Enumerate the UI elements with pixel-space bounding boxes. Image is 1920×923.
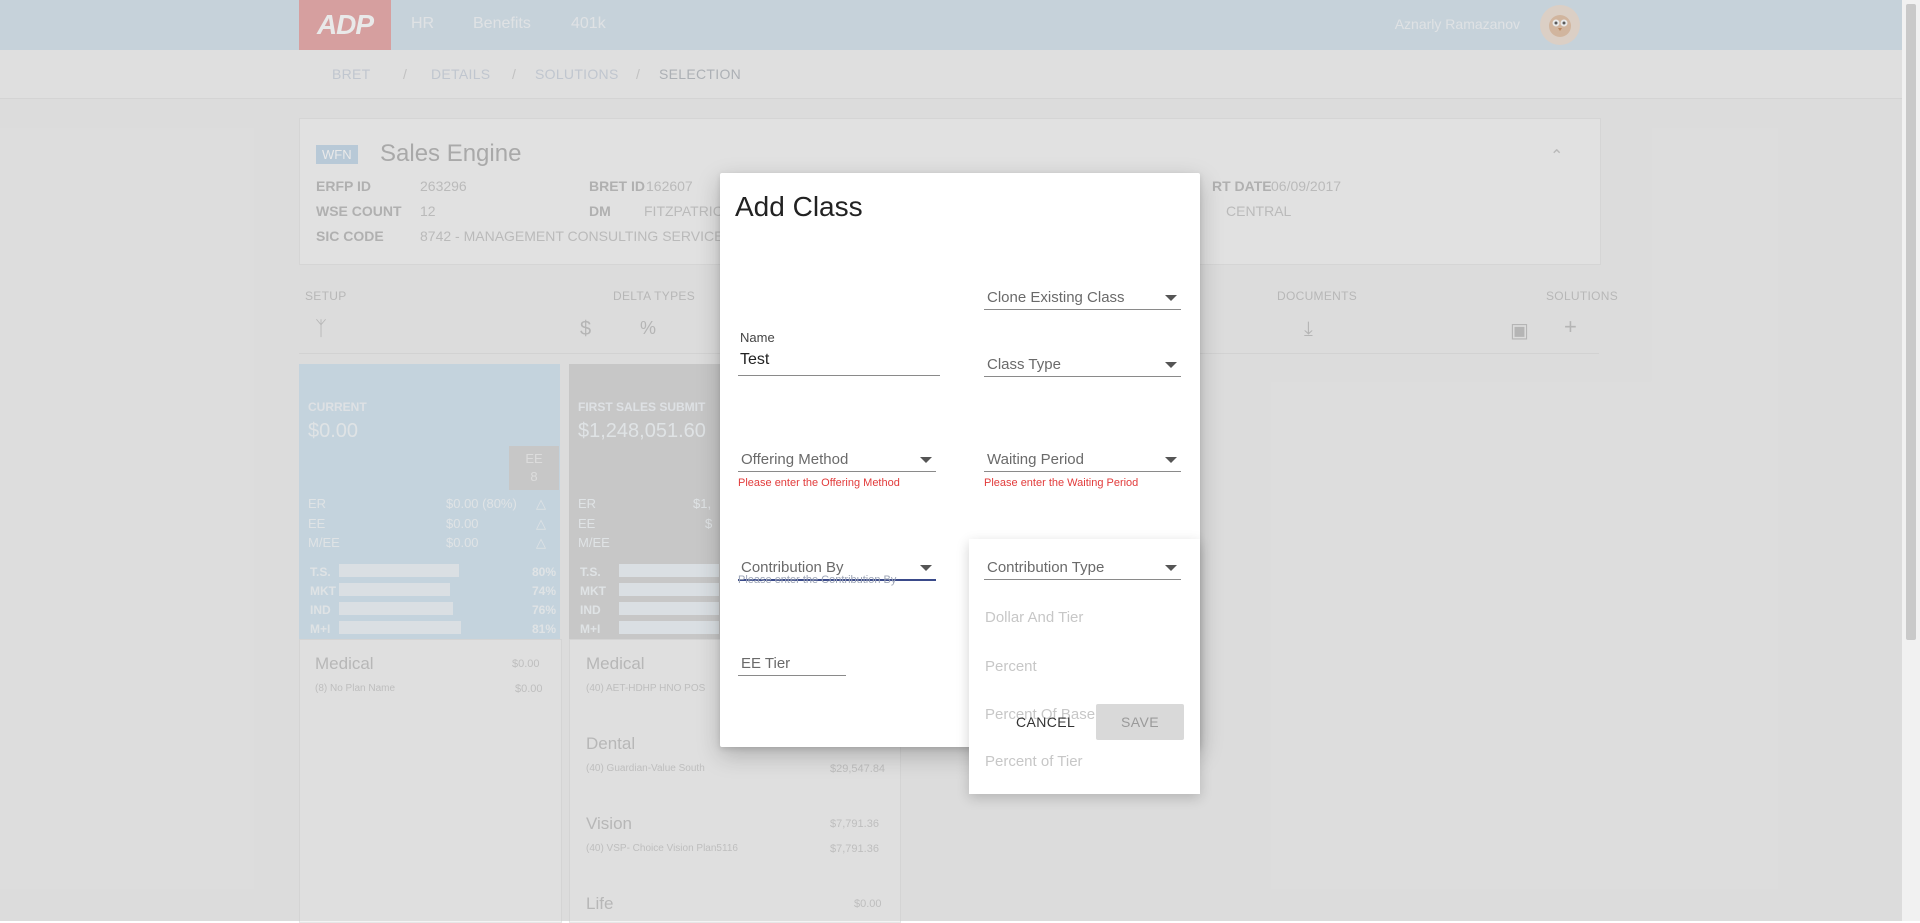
- dropdown-arrow-icon: [1165, 362, 1177, 368]
- waiting-period-error: Please enter the Waiting Period: [984, 477, 1139, 489]
- name-label: Name: [740, 330, 775, 345]
- contribution-type-select[interactable]: Contribution Type: [984, 549, 1181, 580]
- waiting-period-placeholder: Waiting Period: [987, 451, 1084, 468]
- dropdown-arrow-icon: [1165, 295, 1177, 301]
- name-value: Test: [740, 351, 770, 368]
- menu-option-percent-of-tier[interactable]: Percent of Tier: [985, 753, 1083, 770]
- dropdown-arrow-icon: [1165, 457, 1177, 463]
- clone-existing-class-select[interactable]: Clone Existing Class: [984, 279, 1181, 310]
- contribution-by-error: Please enter the Contribution By: [738, 574, 897, 586]
- dropdown-arrow-icon: [920, 565, 932, 571]
- class-type-placeholder: Class Type: [987, 356, 1061, 373]
- menu-option-dollar-and-tier[interactable]: Dollar And Tier: [985, 609, 1083, 626]
- dropdown-arrow-icon: [920, 457, 932, 463]
- clone-existing-class-placeholder: Clone Existing Class: [987, 289, 1125, 306]
- save-button[interactable]: SAVE: [1096, 704, 1184, 740]
- menu-option-percent[interactable]: Percent: [985, 658, 1037, 675]
- offering-method-select[interactable]: Offering Method: [738, 441, 936, 472]
- cancel-button[interactable]: CANCEL: [1010, 705, 1078, 739]
- ee-tier-placeholder: EE Tier: [741, 655, 791, 672]
- ee-tier-field[interactable]: EE Tier: [738, 645, 846, 676]
- dialog-title: Add Class: [735, 191, 863, 222]
- dropdown-arrow-icon: [1165, 565, 1177, 571]
- contribution-type-placeholder: Contribution Type: [987, 559, 1105, 576]
- offering-method-error: Please enter the Offering Method: [738, 477, 900, 489]
- class-type-select[interactable]: Class Type: [984, 346, 1181, 377]
- name-field[interactable]: Test: [738, 346, 940, 376]
- offering-method-placeholder: Offering Method: [741, 451, 849, 468]
- scrollbar-thumb[interactable]: [1906, 4, 1916, 640]
- waiting-period-select[interactable]: Waiting Period: [984, 441, 1181, 472]
